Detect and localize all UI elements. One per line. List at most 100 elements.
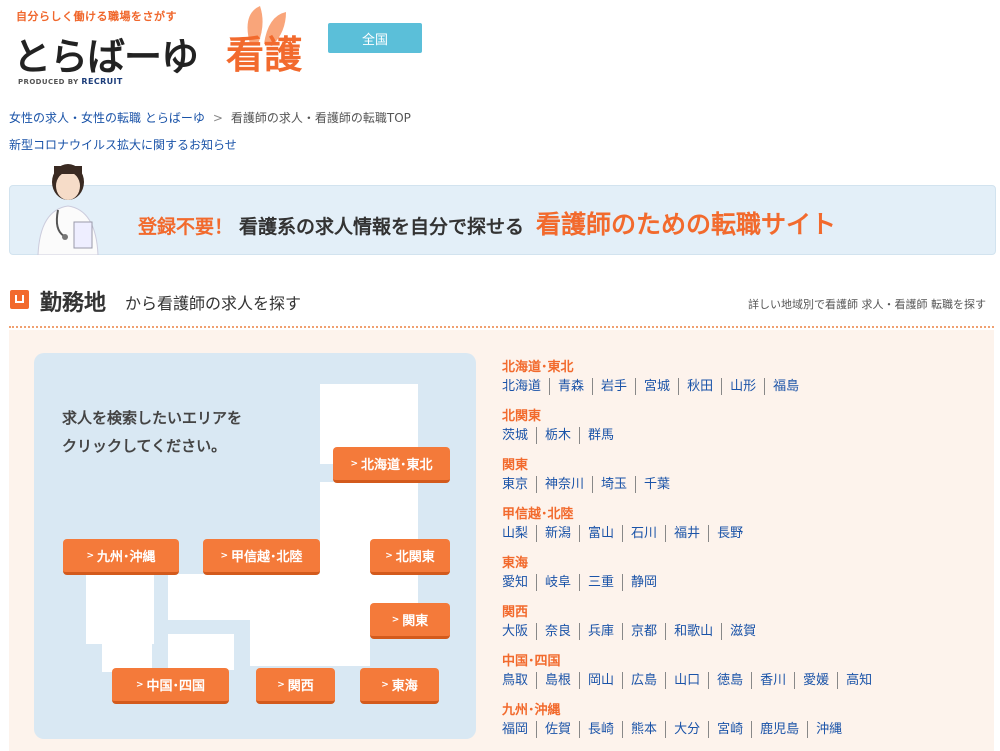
prefecture-link[interactable]: 岡山	[579, 672, 622, 689]
prefecture-link[interactable]: 愛知	[502, 574, 536, 591]
region-button-label: 北関東	[395, 550, 435, 565]
region-button-tokai[interactable]: > 東海	[360, 668, 439, 704]
region-name: 甲信越･北陸	[502, 507, 574, 522]
prefecture-link[interactable]: 長崎	[579, 721, 622, 738]
region-group: 関東 東京 神奈川 埼玉 千葉	[502, 454, 982, 493]
produced-label: PRODUCED BY	[18, 78, 79, 86]
breadcrumb-current: 看護師の求人・看護師の転職TOP	[230, 111, 411, 125]
site-logo-kango[interactable]: 看護	[226, 24, 302, 79]
site-logo[interactable]: とらばーゆ	[13, 26, 199, 81]
arrow-icon: >	[385, 550, 393, 561]
recruit-logo: RECRUIT	[81, 77, 123, 86]
prefecture-links: 山梨 新潟 富山 石川 福井 長野	[502, 525, 982, 542]
prefecture-link[interactable]: 富山	[579, 525, 622, 542]
prefecture-link[interactable]: 福井	[665, 525, 708, 542]
prefecture-link[interactable]: 広島	[622, 672, 665, 689]
arrow-icon: >	[135, 679, 144, 690]
prefecture-link[interactable]: 高知	[837, 672, 880, 689]
nurse-illustration	[37, 164, 99, 255]
region-button-label: 九州･沖縄	[97, 550, 156, 565]
prefecture-link[interactable]: 秋田	[678, 378, 721, 395]
prefecture-link[interactable]: 兵庫	[579, 623, 622, 640]
prefecture-link[interactable]: 鳥取	[502, 672, 536, 689]
prefecture-link[interactable]: 佐賀	[536, 721, 579, 738]
banner-site-name: 看護師のための転職サイト	[536, 210, 837, 239]
prefecture-link[interactable]: 栃木	[536, 427, 579, 444]
site-header: 自分らしく働ける職場をさがす とらばーゆ 看護 PRODUCED BY RECR…	[0, 0, 1000, 100]
map-instruction-line2: クリックしてください。	[62, 437, 227, 455]
region-button-kitakanto[interactable]: > 北関東	[370, 539, 450, 575]
region-group: 北関東茨城 栃木 群馬	[502, 405, 982, 444]
breadcrumb-home[interactable]: 女性の求人・女性の転職 とらばーゆ	[9, 111, 205, 125]
arrow-icon: >	[391, 614, 400, 625]
prefecture-link[interactable]: 島根	[536, 672, 579, 689]
prefecture-link[interactable]: 愛媛	[794, 672, 837, 689]
prefecture-link[interactable]: 鹿児島	[751, 721, 807, 738]
region-name: 九州･沖縄	[502, 703, 561, 718]
detailed-area-link[interactable]: 詳しい地域別で看護師 求人・看護師 転職を探す	[748, 296, 986, 312]
prefecture-link[interactable]: 宮崎	[708, 721, 751, 738]
covid-notice-link[interactable]: 新型コロナウイルス拡大に関するお知らせ	[9, 136, 237, 153]
prefecture-link[interactable]: 茨城	[502, 427, 536, 444]
prefecture-link[interactable]: 宮城	[635, 378, 678, 395]
region-name: 北関東	[502, 409, 542, 424]
region-group: 甲信越･北陸 山梨 新潟 富山 石川 福井 長野	[502, 503, 982, 542]
prefecture-link[interactable]: 福岡	[502, 721, 536, 738]
prefecture-link[interactable]: 山形	[721, 378, 764, 395]
section-title: 勤務地	[40, 291, 107, 316]
map-land-shikoku	[168, 634, 234, 670]
prefecture-link[interactable]: 徳島	[708, 672, 751, 689]
region-button-koshinetsu-hokuriku[interactable]: > 甲信越･北陸	[203, 539, 320, 575]
prefecture-link[interactable]: 東京	[502, 476, 536, 493]
prefecture-link[interactable]: 三重	[579, 574, 622, 591]
prefecture-link[interactable]: 北海道	[502, 378, 549, 395]
prefecture-link[interactable]: 福島	[764, 378, 807, 395]
prefecture-link[interactable]: 熊本	[622, 721, 665, 738]
prefecture-link[interactable]: 岐阜	[536, 574, 579, 591]
section-subtitle: から看護師の求人を探す	[125, 294, 302, 313]
arrow-icon: >	[86, 550, 95, 561]
banner-description: 看護系の求人情報を自分で探せる	[239, 216, 525, 238]
prefecture-link[interactable]: 石川	[622, 525, 665, 542]
region-button-label: 北海道･東北	[361, 458, 433, 473]
map-instruction: 求人を検索したいエリアを クリックしてください。	[62, 404, 242, 460]
region-button-label: 東海	[391, 679, 418, 694]
prefecture-link[interactable]: 大阪	[502, 623, 536, 640]
produced-by: PRODUCED BY RECRUIT	[18, 77, 123, 86]
prefecture-link[interactable]: 山梨	[502, 525, 536, 542]
region-button-kanto[interactable]: > 関東	[370, 603, 450, 639]
banner-no-registration: 登録不要！	[138, 216, 234, 238]
region-group: 北海道･東北 北海道 青森 岩手 宮城 秋田 山形 福島	[502, 356, 982, 395]
prefecture-link[interactable]: 千葉	[635, 476, 678, 493]
arrow-icon: >	[381, 679, 389, 690]
region-button-kansai[interactable]: > 関西	[256, 668, 335, 704]
region-button-kyushu-okinawa[interactable]: > 九州･沖縄	[63, 539, 179, 575]
arrow-icon: >	[277, 679, 285, 690]
region-button-hokkaido-tohoku[interactable]: > 北海道･東北	[333, 447, 450, 483]
prefecture-link[interactable]: 京都	[622, 623, 665, 640]
breadcrumb-separator: >	[212, 111, 223, 125]
prefecture-link[interactable]: 香川	[751, 672, 794, 689]
area-select-button[interactable]: 全国	[328, 23, 422, 53]
prefecture-link[interactable]: 静岡	[622, 574, 665, 591]
prefecture-link[interactable]: 群馬	[579, 427, 622, 444]
prefecture-link[interactable]: 奈良	[536, 623, 579, 640]
prefecture-link[interactable]: 山口	[665, 672, 708, 689]
prefecture-link[interactable]: 滋賀	[721, 623, 764, 640]
prefecture-link[interactable]: 和歌山	[665, 623, 721, 640]
arrow-icon: >	[220, 550, 229, 561]
prefecture-link[interactable]: 埼玉	[592, 476, 635, 493]
prefecture-link[interactable]: 沖縄	[807, 721, 850, 738]
prefecture-link[interactable]: 岩手	[592, 378, 635, 395]
arrow-icon: >	[350, 458, 359, 469]
prefecture-link[interactable]: 大分	[665, 721, 708, 738]
region-button-chugoku-shikoku[interactable]: > 中国･四国	[112, 668, 229, 704]
prefecture-link[interactable]: 新潟	[536, 525, 579, 542]
site-tagline: 自分らしく働ける職場をさがす	[16, 10, 177, 23]
region-group: 東海 愛知 岐阜 三重 静岡	[502, 552, 982, 591]
prefecture-link[interactable]: 神奈川	[536, 476, 592, 493]
prefecture-link[interactable]: 青森	[549, 378, 592, 395]
region-group: 中国･四国 鳥取 島根 岡山 広島 山口 徳島 香川 愛媛 高知	[502, 650, 982, 689]
prefecture-links: 愛知 岐阜 三重 静岡	[502, 574, 982, 591]
prefecture-link[interactable]: 長野	[708, 525, 751, 542]
